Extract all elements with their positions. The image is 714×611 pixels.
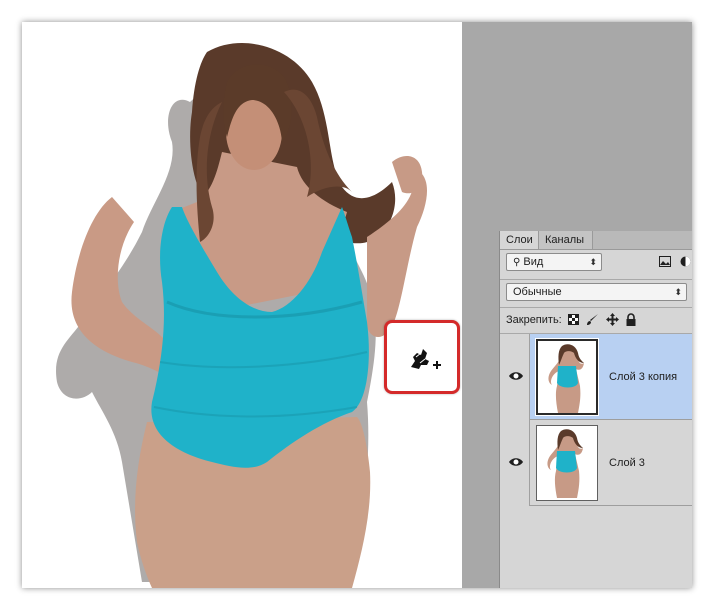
blend-row: Обычные ⬍ <box>500 283 692 305</box>
photoshop-workspace: Слои Каналы ⚲ Вид ⬍ Обычные ⬍ Закрепить:… <box>22 22 692 588</box>
layer-thumbnail <box>536 425 598 501</box>
filter-row: ⚲ Вид ⬍ <box>500 253 692 279</box>
lock-row: Закрепить: <box>500 311 692 331</box>
tab-layers[interactable]: Слои <box>500 231 539 249</box>
panel-tabs: Слои Каналы <box>500 231 692 250</box>
layer-row-copy[interactable]: Слой 3 копия <box>500 334 692 420</box>
filter-kind-select[interactable]: ⚲ Вид ⬍ <box>506 253 602 271</box>
layer-thumbnail <box>535 338 599 416</box>
document-canvas[interactable] <box>22 22 462 588</box>
layer-row-base[interactable]: Слой 3 <box>500 420 692 506</box>
lock-label: Закрепить: <box>506 314 562 326</box>
layer-name[interactable]: Слой 3 копия <box>609 371 677 383</box>
eye-icon[interactable] <box>508 368 524 384</box>
search-icon: ⚲ <box>513 257 521 268</box>
lock-pixels-brush-icon[interactable] <box>586 313 599 326</box>
tab-channels[interactable]: Каналы <box>539 231 593 249</box>
eye-icon[interactable] <box>508 454 524 470</box>
image-filter-icon[interactable] <box>659 256 671 267</box>
layers-panel: Слои Каналы ⚲ Вид ⬍ Обычные ⬍ Закрепить:… <box>499 231 692 588</box>
layer-name[interactable]: Слой 3 <box>609 457 645 469</box>
select-arrows-icon: ⬍ <box>589 257 597 267</box>
blend-mode-label: Обычные <box>513 286 562 298</box>
divider <box>500 307 692 308</box>
divider <box>500 279 692 280</box>
cursor-callout <box>384 320 460 394</box>
photo-woman-swimsuit <box>56 43 428 588</box>
lock-all-icon[interactable] <box>626 313 636 326</box>
adjustment-filter-icon[interactable] <box>680 256 691 267</box>
lock-position-move-icon[interactable] <box>606 313 619 326</box>
lock-transparency-icon[interactable] <box>568 314 579 325</box>
select-arrows-icon: ⬍ <box>674 287 682 297</box>
stamp-cursor-icon <box>411 349 441 369</box>
blend-mode-select[interactable]: Обычные ⬍ <box>506 283 687 301</box>
filter-kind-label: Вид <box>523 256 544 268</box>
